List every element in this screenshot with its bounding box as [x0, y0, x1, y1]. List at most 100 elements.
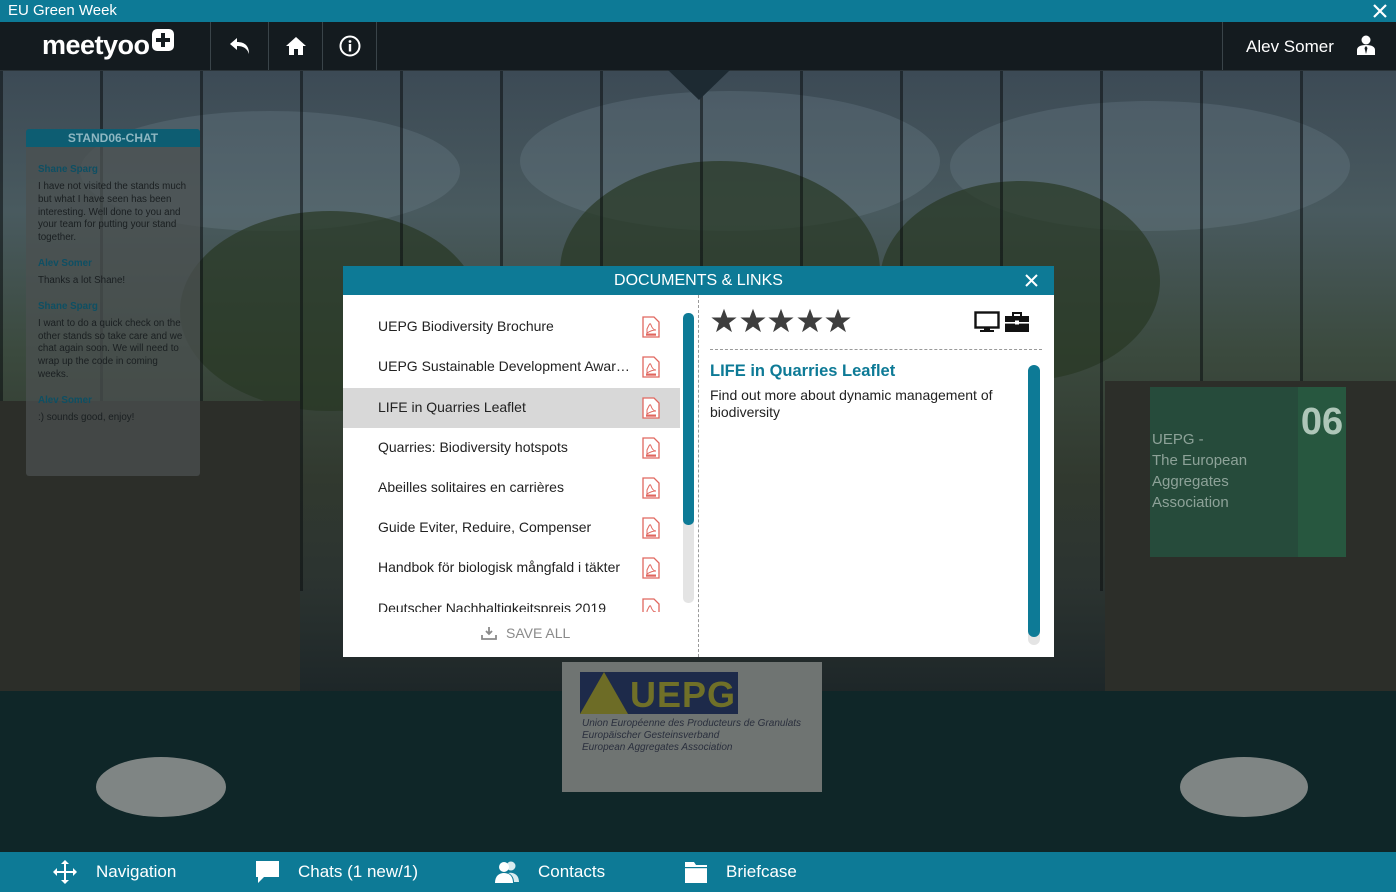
monitor-icon[interactable] [974, 311, 1000, 333]
plant-pot [1180, 757, 1308, 817]
star-icon[interactable] [824, 307, 852, 335]
pdf-icon[interactable] [642, 557, 660, 579]
chat-author: Alev Somer [38, 257, 92, 269]
top-navigation: meetyoo Alev Somer [0, 22, 1396, 71]
document-label: Guide Eviter, Reduire, Compenser [378, 519, 592, 535]
dialog-header: DOCUMENTS & LINKS [343, 266, 1054, 295]
window-title-bar: EU Green Week [0, 0, 1396, 22]
pdf-icon[interactable] [642, 598, 660, 612]
user-name: Alev Somer [1246, 37, 1334, 56]
window-title: EU Green Week [8, 2, 117, 19]
document-list-scrollbar[interactable] [683, 313, 694, 603]
scene-pointer [668, 70, 730, 100]
uepg-counter-banner: UEPG Union Européenne des Producteurs de… [562, 662, 822, 792]
bottom-toolbar: Navigation Chats (1 new/1) Contacts Brie… [0, 852, 1396, 892]
documents-dialog: DOCUMENTS & LINKS UEPG Biodiversity Broc… [343, 266, 1054, 657]
document-item[interactable]: Deutscher Nachhaltigkeitspreis 2019 [343, 589, 680, 612]
window-close-button[interactable] [1372, 0, 1388, 22]
document-label: Handbok för biologisk mångfald i täkter [378, 559, 621, 575]
uepg-logo-subtitle: Union Européenne des Producteurs de Gran… [582, 718, 802, 753]
briefcase-label: Briefcase [726, 862, 797, 881]
pdf-icon[interactable] [642, 437, 660, 459]
detail-scrollbar[interactable] [1028, 365, 1040, 645]
pdf-icon[interactable] [642, 356, 660, 378]
navigation-button[interactable]: Navigation [52, 852, 176, 892]
briefcase-icon[interactable] [1004, 311, 1030, 333]
save-all-button[interactable]: SAVE ALL [481, 625, 570, 641]
chat-bubble-icon [256, 861, 279, 883]
document-list[interactable]: UEPG Biodiversity Brochure UEPG Sustaina… [343, 307, 680, 612]
document-description: Find out more about dynamic management o… [710, 387, 993, 420]
contacts-label: Contacts [538, 862, 606, 881]
contacts-button[interactable]: Contacts [494, 852, 605, 892]
chat-message-text: Thanks a lot Shane! [38, 274, 126, 286]
rating-stars[interactable] [710, 307, 853, 335]
chat-author: Alev Somer [38, 394, 92, 406]
uepg-logo: UEPG [580, 672, 738, 715]
close-icon [1024, 274, 1038, 287]
meetyoo-logo[interactable]: meetyoo [42, 28, 174, 61]
move-arrows-icon [53, 860, 77, 884]
pdf-icon[interactable] [642, 397, 660, 419]
navigation-label: Navigation [96, 862, 177, 881]
back-button[interactable] [210, 22, 268, 70]
briefcase-button[interactable]: Briefcase [684, 852, 797, 892]
dialog-title: DOCUMENTS & LINKS [614, 272, 783, 289]
star-icon[interactable] [767, 307, 795, 335]
user-menu[interactable]: Alev Somer [1222, 22, 1396, 70]
pdf-icon[interactable] [642, 517, 660, 539]
document-title: LIFE in Quarries Leaflet [710, 362, 896, 380]
stand-number: 06 [1298, 387, 1346, 557]
document-label: UEPG Sustainable Development Awards... [378, 358, 636, 374]
back-arrow-icon [229, 38, 249, 54]
document-item[interactable]: UEPG Biodiversity Brochure [343, 307, 680, 347]
detail-actions [974, 311, 1030, 333]
document-label: Deutscher Nachhaltigkeitspreis 2019 [378, 600, 607, 612]
chat-message-text: I want to do a quick check on the other … [38, 317, 183, 380]
star-icon[interactable] [796, 307, 824, 335]
star-icon[interactable] [710, 307, 738, 335]
document-label: UEPG Biodiversity Brochure [378, 318, 554, 334]
star-icon[interactable] [739, 307, 767, 335]
chats-label: Chats (1 new/1) [298, 862, 418, 881]
document-label: Abeilles solitaires en carrières [378, 479, 564, 495]
chat-message-text: I have not visited the stands much but w… [38, 181, 187, 244]
scrollbar-thumb[interactable] [1028, 365, 1040, 637]
chats-button[interactable]: Chats (1 new/1) [255, 852, 418, 892]
folder-icon [685, 862, 707, 883]
stand-chat-panel[interactable]: STAND06-CHAT Shane Sparg I have not visi… [26, 129, 200, 476]
dialog-close-button[interactable] [1022, 266, 1040, 295]
chat-messages: Shane Sparg I have not visited the stand… [26, 147, 200, 429]
dialog-divider [698, 295, 699, 657]
user-icon [1357, 35, 1375, 60]
info-icon [339, 35, 360, 57]
pdf-icon[interactable] [642, 316, 660, 338]
document-label: LIFE in Quarries Leaflet [378, 399, 526, 415]
detail-divider [710, 349, 1042, 350]
logo-text: meetyoo [42, 30, 150, 60]
chat-title: STAND06-CHAT [26, 129, 200, 147]
contacts-icon [495, 861, 519, 883]
document-item[interactable]: Abeilles solitaires en carrières [343, 468, 680, 508]
chat-author: Shane Sparg [38, 300, 98, 312]
chat-message-text: :) sounds good, enjoy! [38, 411, 135, 423]
scrollbar-thumb[interactable] [683, 313, 694, 525]
document-item[interactable]: Guide Eviter, Reduire, Compenser [343, 508, 680, 548]
pdf-icon[interactable] [642, 477, 660, 499]
document-label: Quarries: Biodiversity hotspots [378, 439, 568, 455]
document-detail: LIFE in Quarries Leaflet Find out more a… [710, 307, 1042, 647]
info-button[interactable] [322, 22, 377, 70]
home-icon [285, 37, 306, 55]
save-all-label: SAVE ALL [506, 625, 571, 641]
document-item[interactable]: Handbok för biologisk mångfald i täkter [343, 548, 680, 588]
chat-author: Shane Sparg [38, 164, 98, 175]
document-item-selected[interactable]: LIFE in Quarries Leaflet [343, 388, 680, 428]
document-item[interactable]: Quarries: Biodiversity hotspots [343, 428, 680, 468]
close-icon [1373, 4, 1387, 18]
plus-icon [151, 28, 174, 51]
stand-banner-text: UEPG - The European Aggregates Associati… [1152, 431, 1248, 511]
download-icon [481, 627, 497, 640]
plant-pot [96, 757, 226, 817]
document-item[interactable]: UEPG Sustainable Development Awards... [343, 347, 680, 387]
home-button[interactable] [268, 22, 322, 70]
